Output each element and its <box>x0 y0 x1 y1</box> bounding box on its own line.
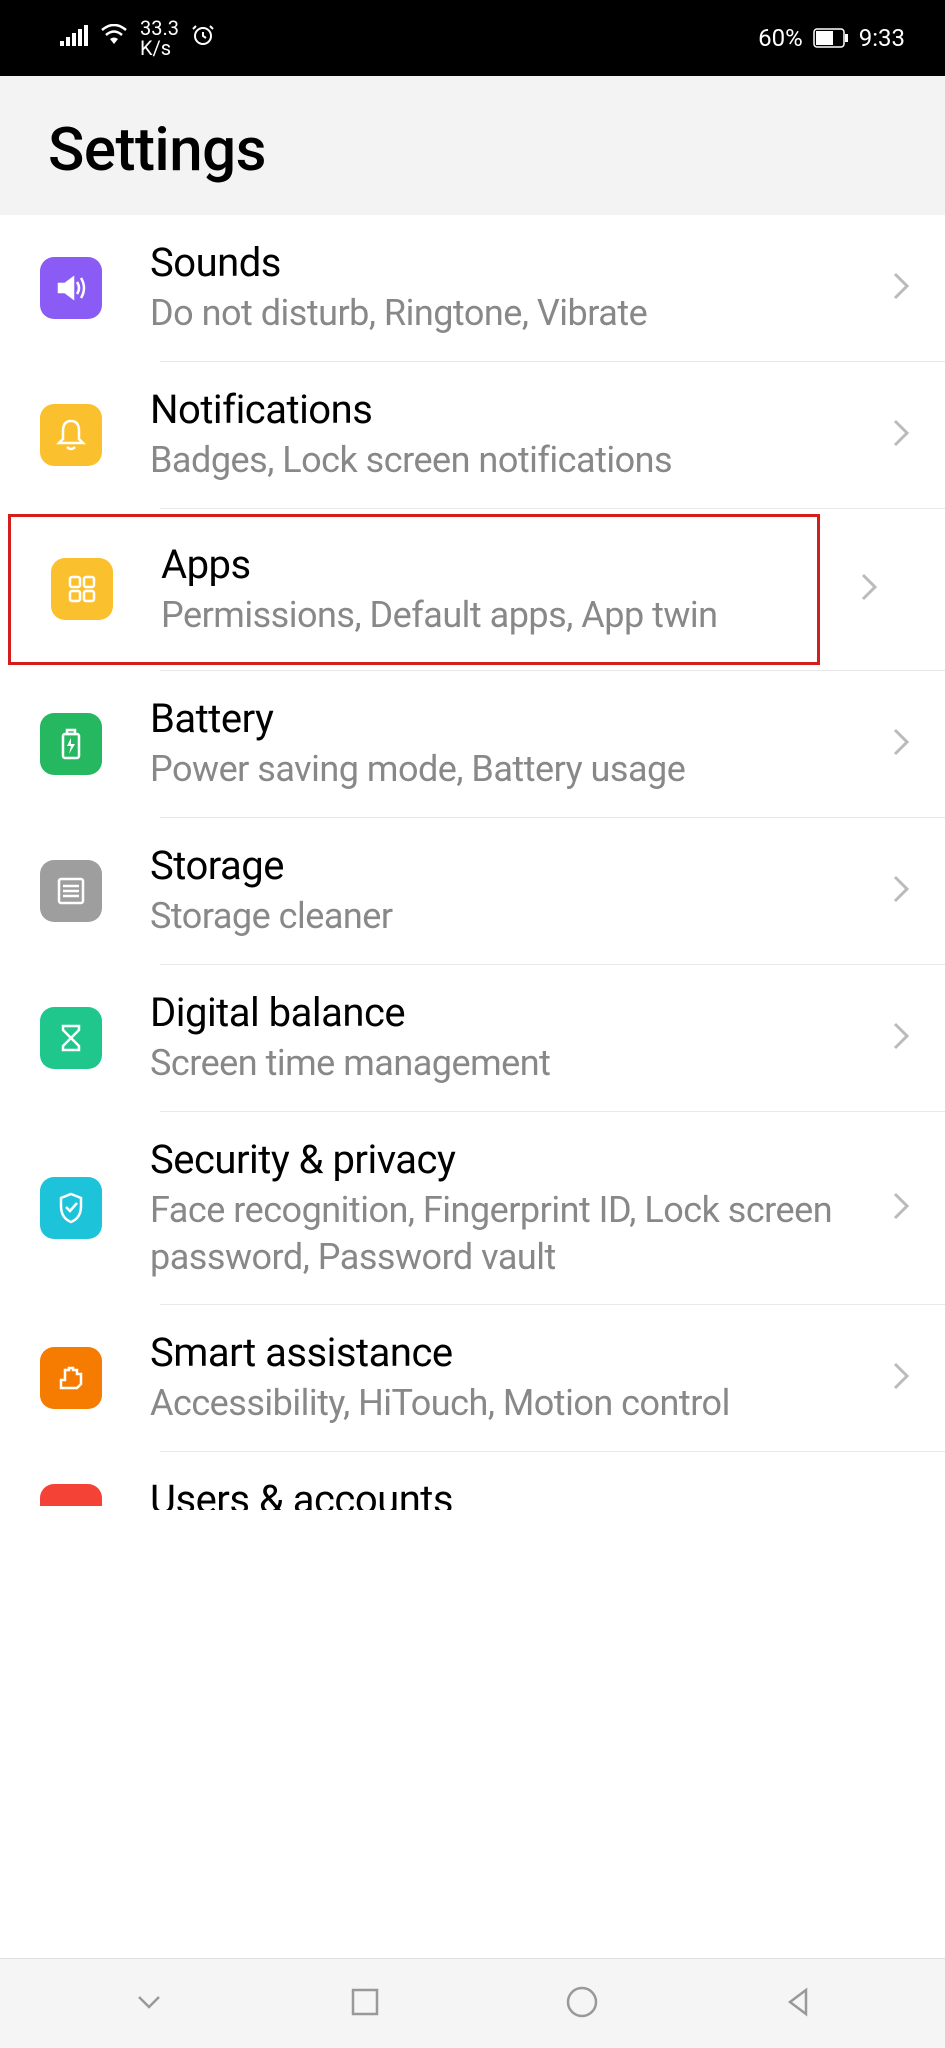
item-title: Sounds <box>150 239 872 286</box>
item-content: Digital balance Screen time management <box>150 989 872 1087</box>
item-subtitle: Do not disturb, Ringtone, Vibrate <box>150 290 872 337</box>
header: Settings <box>0 76 945 215</box>
setting-item-storage[interactable]: Storage Storage cleaner <box>0 818 945 964</box>
navigation-bar <box>0 1958 945 2048</box>
item-subtitle: Storage cleaner <box>150 893 872 940</box>
chevron-right-icon <box>892 271 910 305</box>
page-title: Settings <box>48 114 897 185</box>
signal-icon <box>60 24 88 52</box>
setting-item-security[interactable]: Security & privacy Face recognition, Fin… <box>0 1112 945 1305</box>
chevron-right-icon <box>892 1191 910 1225</box>
item-subtitle: Accessibility, HiTouch, Motion control <box>150 1380 872 1427</box>
chevron-right-icon <box>892 874 910 908</box>
status-left: 33.3K/s <box>60 18 215 58</box>
battery-icon <box>40 713 102 775</box>
item-title: Notifications <box>150 386 872 433</box>
item-subtitle: Screen time management <box>150 1040 872 1087</box>
item-title: Battery <box>150 695 872 742</box>
chevron-right-icon <box>892 1021 910 1055</box>
security-icon <box>40 1177 102 1239</box>
item-title: Apps <box>161 541 785 588</box>
item-content: Smart assistance Accessibility, HiTouch,… <box>150 1329 872 1427</box>
users-icon <box>40 1484 102 1506</box>
time: 9:33 <box>859 24 905 52</box>
item-content: Notifications Badges, Lock screen notifi… <box>150 386 872 484</box>
item-title: Smart assistance <box>150 1329 872 1376</box>
nav-back-icon[interactable] <box>780 1984 816 2024</box>
apps-icon <box>51 558 113 620</box>
status-right: 60% 9:33 <box>758 24 905 52</box>
item-content: Security & privacy Face recognition, Fin… <box>150 1136 872 1281</box>
nav-home-icon[interactable] <box>562 1982 602 2026</box>
nav-collapse-icon[interactable] <box>129 1982 169 2026</box>
item-subtitle: Power saving mode, Battery usage <box>150 746 872 793</box>
sounds-icon <box>40 257 102 319</box>
item-subtitle: Permissions, Default apps, App twin <box>161 592 785 639</box>
setting-item-battery[interactable]: Battery Power saving mode, Battery usage <box>0 671 945 817</box>
item-subtitle: Badges, Lock screen notifications <box>150 437 872 484</box>
nav-recent-icon[interactable] <box>347 1984 383 2024</box>
battery-percent: 60% <box>758 24 803 52</box>
status-bar: 33.3K/s 60% 9:33 <box>0 0 945 76</box>
setting-item-smart-assistance[interactable]: Smart assistance Accessibility, HiTouch,… <box>0 1305 945 1451</box>
setting-item-sounds[interactable]: Sounds Do not disturb, Ringtone, Vibrate <box>0 215 945 361</box>
setting-item-apps[interactable]: Apps Permissions, Default apps, App twin <box>8 514 820 666</box>
item-content: Sounds Do not disturb, Ringtone, Vibrate <box>150 239 872 337</box>
item-title: Digital balance <box>150 989 872 1036</box>
settings-list[interactable]: Sounds Do not disturb, Ringtone, Vibrate… <box>0 215 945 1958</box>
smart-assistance-icon <box>40 1347 102 1409</box>
item-title: Security & privacy <box>150 1136 872 1183</box>
item-content: Storage Storage cleaner <box>150 842 872 940</box>
storage-icon <box>40 860 102 922</box>
chevron-right-icon <box>892 727 910 761</box>
battery-icon <box>813 28 849 48</box>
alarm-icon <box>191 23 215 53</box>
item-content: Battery Power saving mode, Battery usage <box>150 695 872 793</box>
item-subtitle: Face recognition, Fingerprint ID, Lock s… <box>150 1187 872 1281</box>
chevron-right-icon <box>892 1361 910 1395</box>
item-content: Users & accounts <box>150 1476 910 1514</box>
chevron-right-icon <box>892 418 910 452</box>
digital-balance-icon <box>40 1007 102 1069</box>
setting-item-digital-balance[interactable]: Digital balance Screen time management <box>0 965 945 1111</box>
network-speed: 33.3K/s <box>140 18 179 58</box>
notifications-icon <box>40 404 102 466</box>
item-title: Users & accounts <box>150 1476 910 1510</box>
item-title: Storage <box>150 842 872 889</box>
item-content: Apps Permissions, Default apps, App twin <box>161 541 785 639</box>
setting-item-users[interactable]: Users & accounts <box>0 1452 945 1514</box>
wifi-icon <box>100 24 128 52</box>
setting-item-notifications[interactable]: Notifications Badges, Lock screen notifi… <box>0 362 945 508</box>
chevron-right-icon <box>860 572 878 606</box>
